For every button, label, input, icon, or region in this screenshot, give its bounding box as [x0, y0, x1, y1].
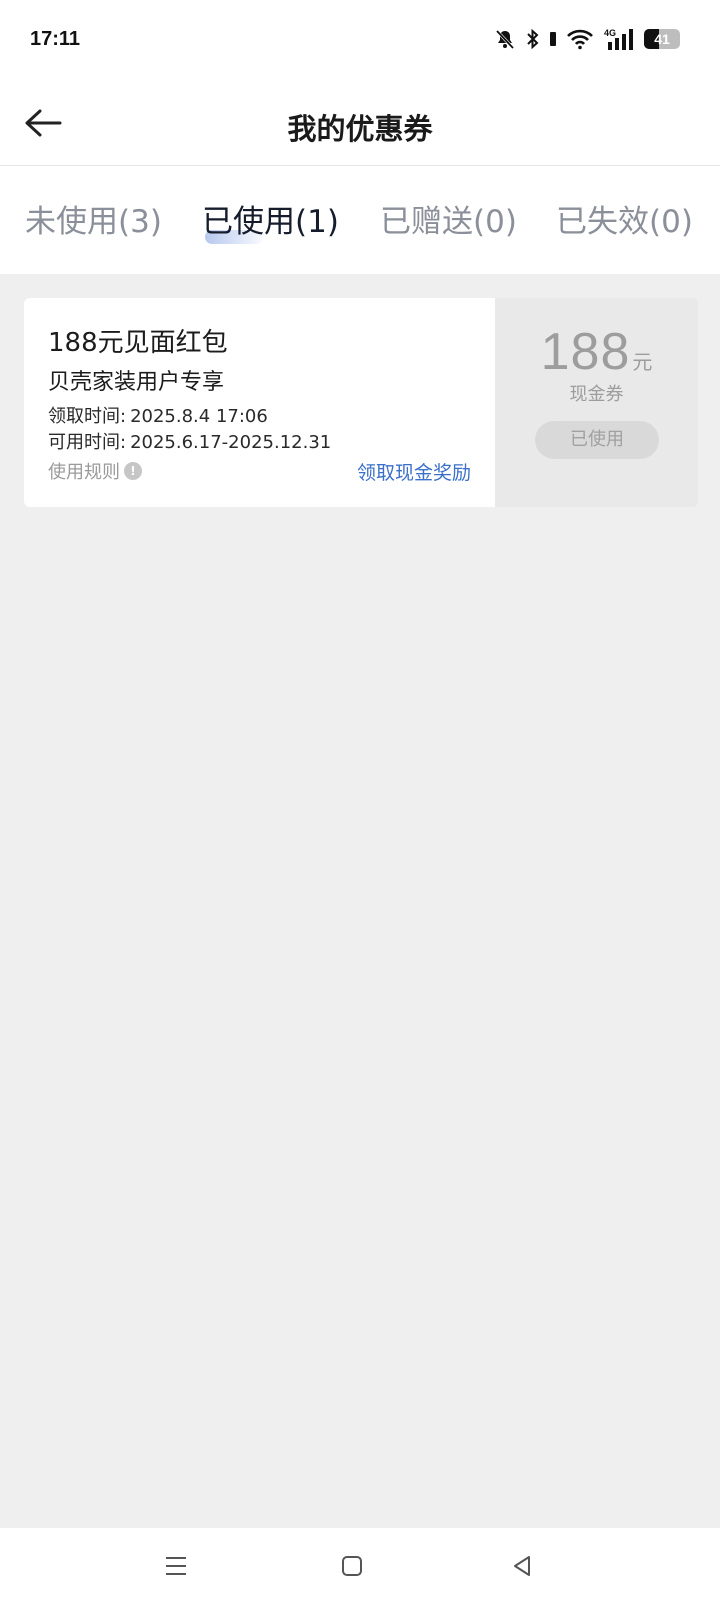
status-badge: 已使用 [535, 421, 659, 459]
tab-unused[interactable]: 未使用(3) [25, 196, 162, 241]
coupon-details: 188元见面红包 贝壳家装用户专享 领取时间: 2025.8.4 17:06 可用… [24, 298, 495, 507]
4g-signal-icon: 4G [604, 27, 634, 51]
usage-rules-link[interactable]: 使用规则 ! [48, 458, 142, 484]
valid-time-label: 可用时间: [48, 432, 127, 453]
battery-small-icon [550, 30, 556, 48]
coupon-tabs: 未使用(3) 已使用(1) 已赠送(0) 已失效(0) [0, 166, 720, 274]
info-icon: ! [124, 462, 142, 480]
network-label: 4G [604, 28, 616, 38]
usage-rules-label: 使用规则 [48, 462, 120, 483]
coupon-amount-unit: 元 [632, 350, 653, 374]
tab-gifted[interactable]: 已赠送(0) [380, 196, 517, 241]
back-triangle-icon[interactable] [504, 1548, 540, 1584]
coupon-card[interactable]: 188元见面红包 贝壳家装用户专享 领取时间: 2025.8.4 17:06 可用… [24, 298, 698, 507]
coupon-amount-value: 188 [540, 323, 631, 381]
battery-icon: 41 [644, 29, 680, 49]
menu-icon[interactable] [158, 1548, 194, 1584]
claim-time-row: 领取时间: 2025.8.4 17:06 [48, 402, 268, 428]
coupon-amount-panel: 188 元 现金券 已使用 [495, 298, 698, 507]
coupon-type: 现金券 [569, 384, 624, 405]
valid-time-row: 可用时间: 2025.6.17-2025.12.31 [48, 428, 331, 454]
wifi-icon [566, 28, 594, 50]
valid-time-value: 2025.6.17-2025.12.31 [130, 432, 332, 453]
battery-level: 41 [654, 31, 670, 47]
bluetooth-icon [526, 28, 540, 50]
coupon-scope: 贝壳家装用户专享 [48, 370, 225, 395]
claim-cash-reward-link[interactable]: 领取现金奖励 [357, 458, 471, 485]
tab-expired[interactable]: 已失效(0) [556, 196, 693, 241]
home-icon[interactable] [334, 1548, 370, 1584]
status-bar: 17:11 4G 41 [0, 0, 720, 84]
mute-bell-icon [494, 28, 516, 50]
status-icons: 4G 41 [494, 26, 680, 52]
claim-time-label: 领取时间: [48, 406, 127, 427]
coupon-name: 188元见面红包 [48, 328, 228, 358]
tab-used[interactable]: 已使用(1) [202, 196, 339, 241]
page-title: 我的优惠券 [287, 112, 433, 146]
system-nav-bar [0, 1528, 720, 1604]
header-bar: 我的优惠券 [0, 84, 720, 166]
coupon-amount: 188 元 [495, 322, 698, 382]
status-time: 17:11 [30, 28, 81, 50]
claim-time-value: 2025.8.4 17:06 [130, 406, 268, 427]
